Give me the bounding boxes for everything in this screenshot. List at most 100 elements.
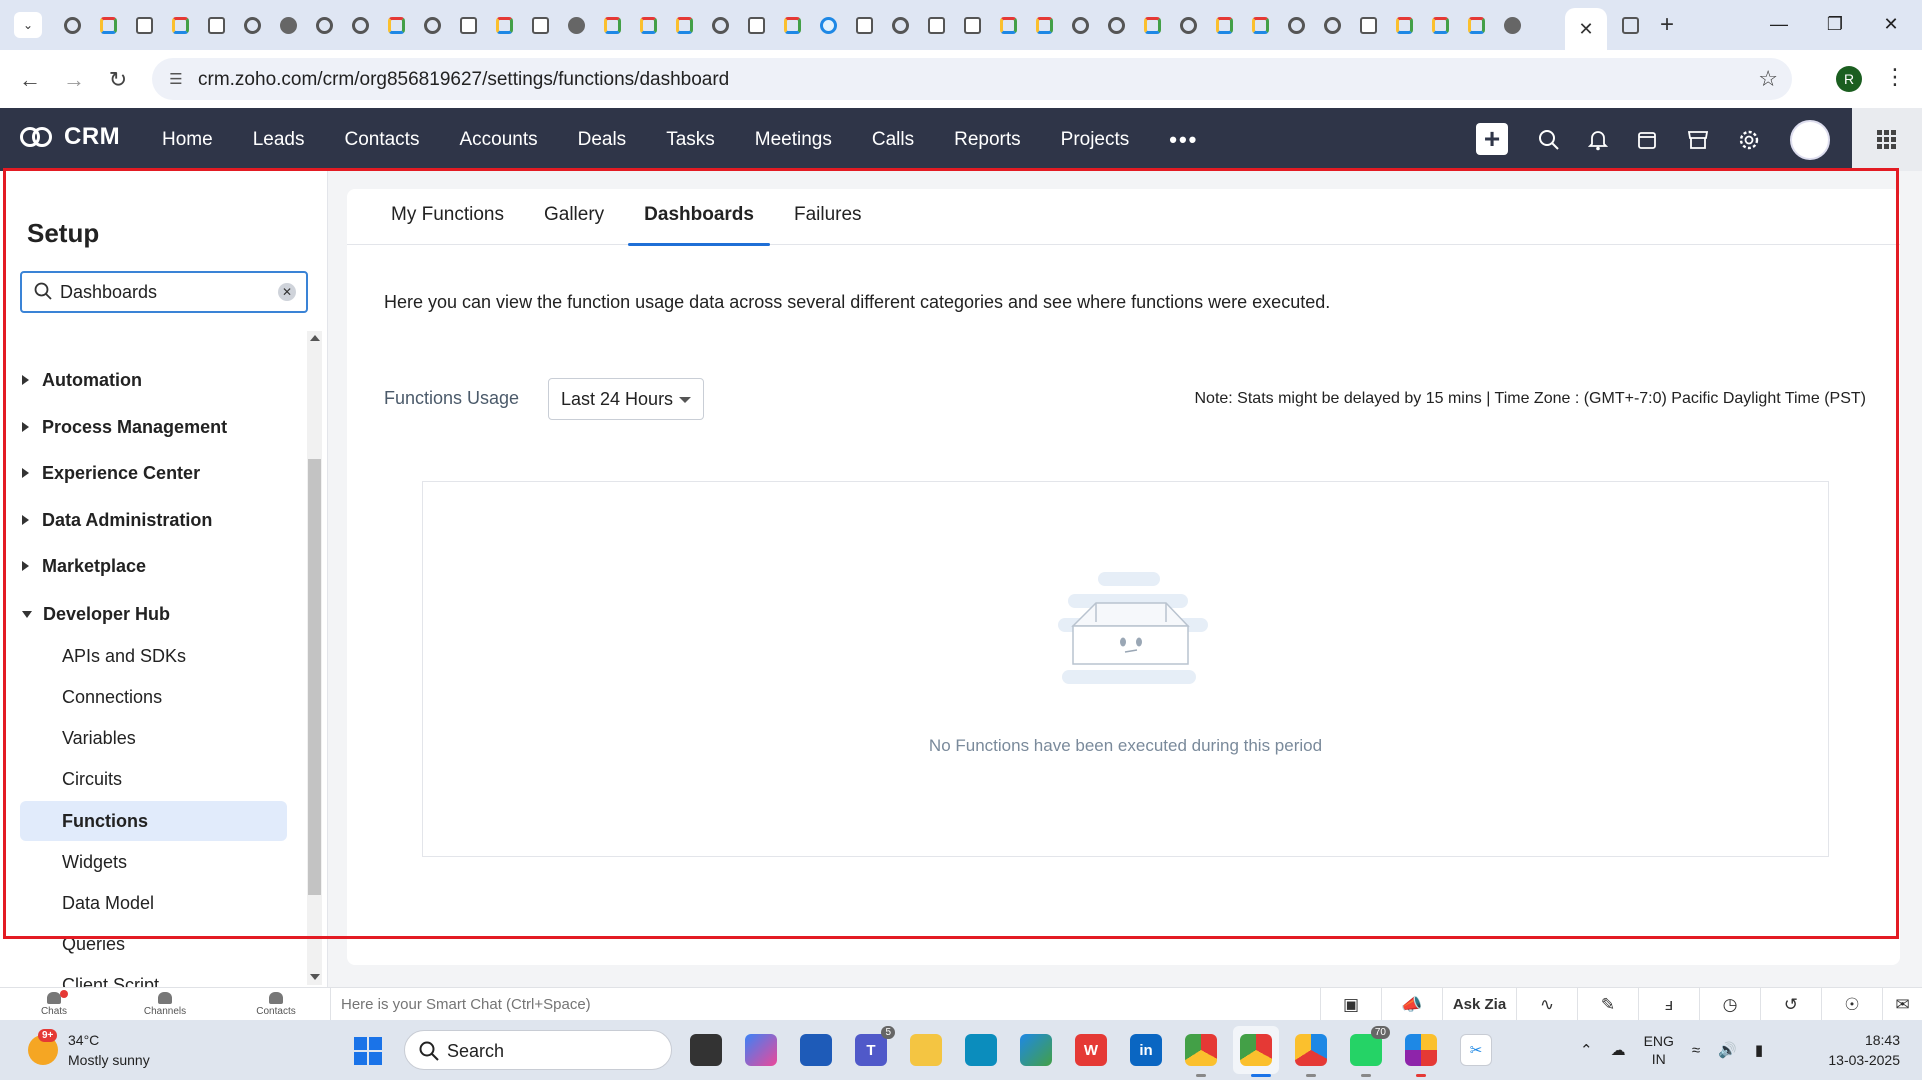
nav-leads[interactable]: Leads <box>233 108 325 171</box>
screen-share-icon[interactable]: ▣ <box>1320 988 1381 1021</box>
edge-icon[interactable] <box>1020 1034 1052 1066</box>
browser-tab[interactable] <box>54 12 90 38</box>
sidebar-item-variables[interactable]: Variables <box>20 718 287 758</box>
time-range-dropdown[interactable]: Last 24 Hours <box>548 378 704 420</box>
accessibility-icon[interactable]: ☉ <box>1821 988 1882 1021</box>
browser-tab[interactable] <box>1494 12 1530 38</box>
store-icon[interactable] <box>800 1034 832 1066</box>
sidebar-item-queries[interactable]: Queries <box>20 924 287 964</box>
clock[interactable]: 18:43 13-03-2025 <box>1818 1030 1900 1070</box>
browser-tab[interactable] <box>1206 12 1242 38</box>
back-icon[interactable]: ← <box>14 64 46 96</box>
copilot-icon[interactable] <box>745 1034 777 1066</box>
show-hidden-icons-icon[interactable]: ⌃ <box>1580 1041 1593 1059</box>
chrome-alt-icon[interactable] <box>1295 1034 1327 1066</box>
taskbar-search[interactable]: Search <box>404 1030 672 1070</box>
task-view-icon[interactable] <box>690 1034 722 1066</box>
language-indicator[interactable]: ENG IN <box>1644 1032 1674 1068</box>
browser-tab[interactable] <box>702 12 738 38</box>
close-window-icon[interactable]: ✕ <box>1868 8 1914 40</box>
browser-tab[interactable] <box>522 12 558 38</box>
browser-tab[interactable] <box>954 12 990 38</box>
chatbar-contacts[interactable]: Contacts <box>236 988 316 1021</box>
marketplace-icon[interactable] <box>1684 126 1712 154</box>
tab-my-functions[interactable]: My Functions <box>371 189 524 245</box>
alarm-clock-icon[interactable]: ◷ <box>1699 988 1760 1021</box>
tab-search-chevron-icon[interactable]: ⌄ <box>14 12 42 38</box>
menu-group-marketplace[interactable]: Marketplace <box>22 554 146 578</box>
more-modules-icon[interactable]: ••• <box>1149 127 1218 153</box>
chatbar-channels[interactable]: Channels <box>125 988 205 1021</box>
nav-calls[interactable]: Calls <box>852 108 934 171</box>
browser-tab[interactable] <box>990 12 1026 38</box>
windows-start-icon[interactable] <box>354 1037 382 1065</box>
linkedin-icon[interactable]: in <box>1130 1034 1162 1066</box>
browser-tab[interactable] <box>1278 12 1314 38</box>
tab-gallery[interactable]: Gallery <box>524 189 624 245</box>
browser-tab[interactable] <box>810 12 846 38</box>
browser-tab[interactable] <box>1062 12 1098 38</box>
weather-widget[interactable]: 9+ 34°C Mostly sunny <box>28 1029 150 1070</box>
menu-group-data-administration[interactable]: Data Administration <box>22 508 212 532</box>
menu-group-automation[interactable]: Automation <box>22 368 142 392</box>
browser-tab[interactable] <box>738 12 774 38</box>
active-tab-close-icon[interactable]: ✕ <box>1565 8 1607 50</box>
settings-gear-icon[interactable] <box>1735 126 1763 154</box>
browser-tab[interactable] <box>414 12 450 38</box>
browser-tab[interactable] <box>162 12 198 38</box>
url-text[interactable]: crm.zoho.com/crm/org856819627/settings/f… <box>198 69 729 91</box>
feedback-icon[interactable]: ✉ <box>1882 988 1922 1021</box>
browser-tab[interactable] <box>234 12 270 38</box>
chrome-profile-icon[interactable] <box>1185 1034 1217 1066</box>
reload-icon[interactable]: ↻ <box>102 64 134 96</box>
browser-tab[interactable] <box>1386 12 1422 38</box>
browser-tab[interactable] <box>90 12 126 38</box>
wps-office-icon[interactable]: W <box>1075 1034 1107 1066</box>
browser-tab[interactable] <box>306 12 342 38</box>
browser-tab[interactable] <box>450 12 486 38</box>
smart-chat-field[interactable] <box>330 988 1320 1021</box>
tab-failures[interactable]: Failures <box>774 189 882 245</box>
nav-reports[interactable]: Reports <box>934 108 1041 171</box>
setup-search-input[interactable] <box>60 279 260 305</box>
nav-contacts[interactable]: Contacts <box>324 108 439 171</box>
nav-tasks[interactable]: Tasks <box>646 108 735 171</box>
teams-icon[interactable]: T5 <box>855 1026 895 1066</box>
site-settings-icon[interactable]: ☰ <box>166 69 186 89</box>
browser-tab[interactable] <box>1458 12 1494 38</box>
chrome-active-icon[interactable] <box>1240 1034 1272 1066</box>
clear-search-icon[interactable]: ✕ <box>278 283 296 301</box>
setup-search-field[interactable]: ✕ <box>20 271 308 313</box>
browser-tab[interactable] <box>558 12 594 38</box>
nav-accounts[interactable]: Accounts <box>439 108 557 171</box>
browser-tab[interactable] <box>1242 12 1278 38</box>
browser-tab[interactable] <box>666 12 702 38</box>
menu-group-experience-center[interactable]: Experience Center <box>22 461 200 485</box>
crm-logo[interactable]: CRM <box>20 123 120 151</box>
browser-tab[interactable] <box>1170 12 1206 38</box>
sidebar-item-functions[interactable]: Functions <box>20 801 287 841</box>
smart-chat-input[interactable] <box>341 994 941 1014</box>
browser-tab[interactable] <box>378 12 414 38</box>
nav-home[interactable]: Home <box>142 108 233 171</box>
browser-tab[interactable] <box>594 12 630 38</box>
notes-icon[interactable]: ✎ <box>1577 988 1638 1021</box>
browser-tab[interactable] <box>1612 12 1648 38</box>
profile-avatar[interactable]: R <box>1836 66 1862 92</box>
menu-group-developer-hub[interactable]: Developer Hub <box>22 602 170 626</box>
wifi-icon[interactable]: ≈ <box>1692 1042 1700 1059</box>
browser-tab[interactable] <box>342 12 378 38</box>
browser-tab[interactable] <box>1422 12 1458 38</box>
browser-tab[interactable] <box>1026 12 1062 38</box>
sidebar-item-apis-and-sdks[interactable]: APIs and SDKs <box>20 636 287 676</box>
menu-group-process-management[interactable]: Process Management <box>22 415 227 439</box>
cortana-icon[interactable] <box>965 1034 997 1066</box>
browser-tab[interactable] <box>918 12 954 38</box>
ask-zia-button[interactable]: Ask Zia <box>1442 988 1516 1021</box>
apps-grid-button[interactable] <box>1852 108 1922 171</box>
search-icon[interactable] <box>1535 126 1563 154</box>
battery-icon[interactable]: ▮ <box>1755 1041 1763 1059</box>
scroll-down-arrow-icon[interactable] <box>310 974 320 980</box>
bell-icon[interactable] <box>1584 126 1612 154</box>
browser-tab[interactable] <box>198 12 234 38</box>
